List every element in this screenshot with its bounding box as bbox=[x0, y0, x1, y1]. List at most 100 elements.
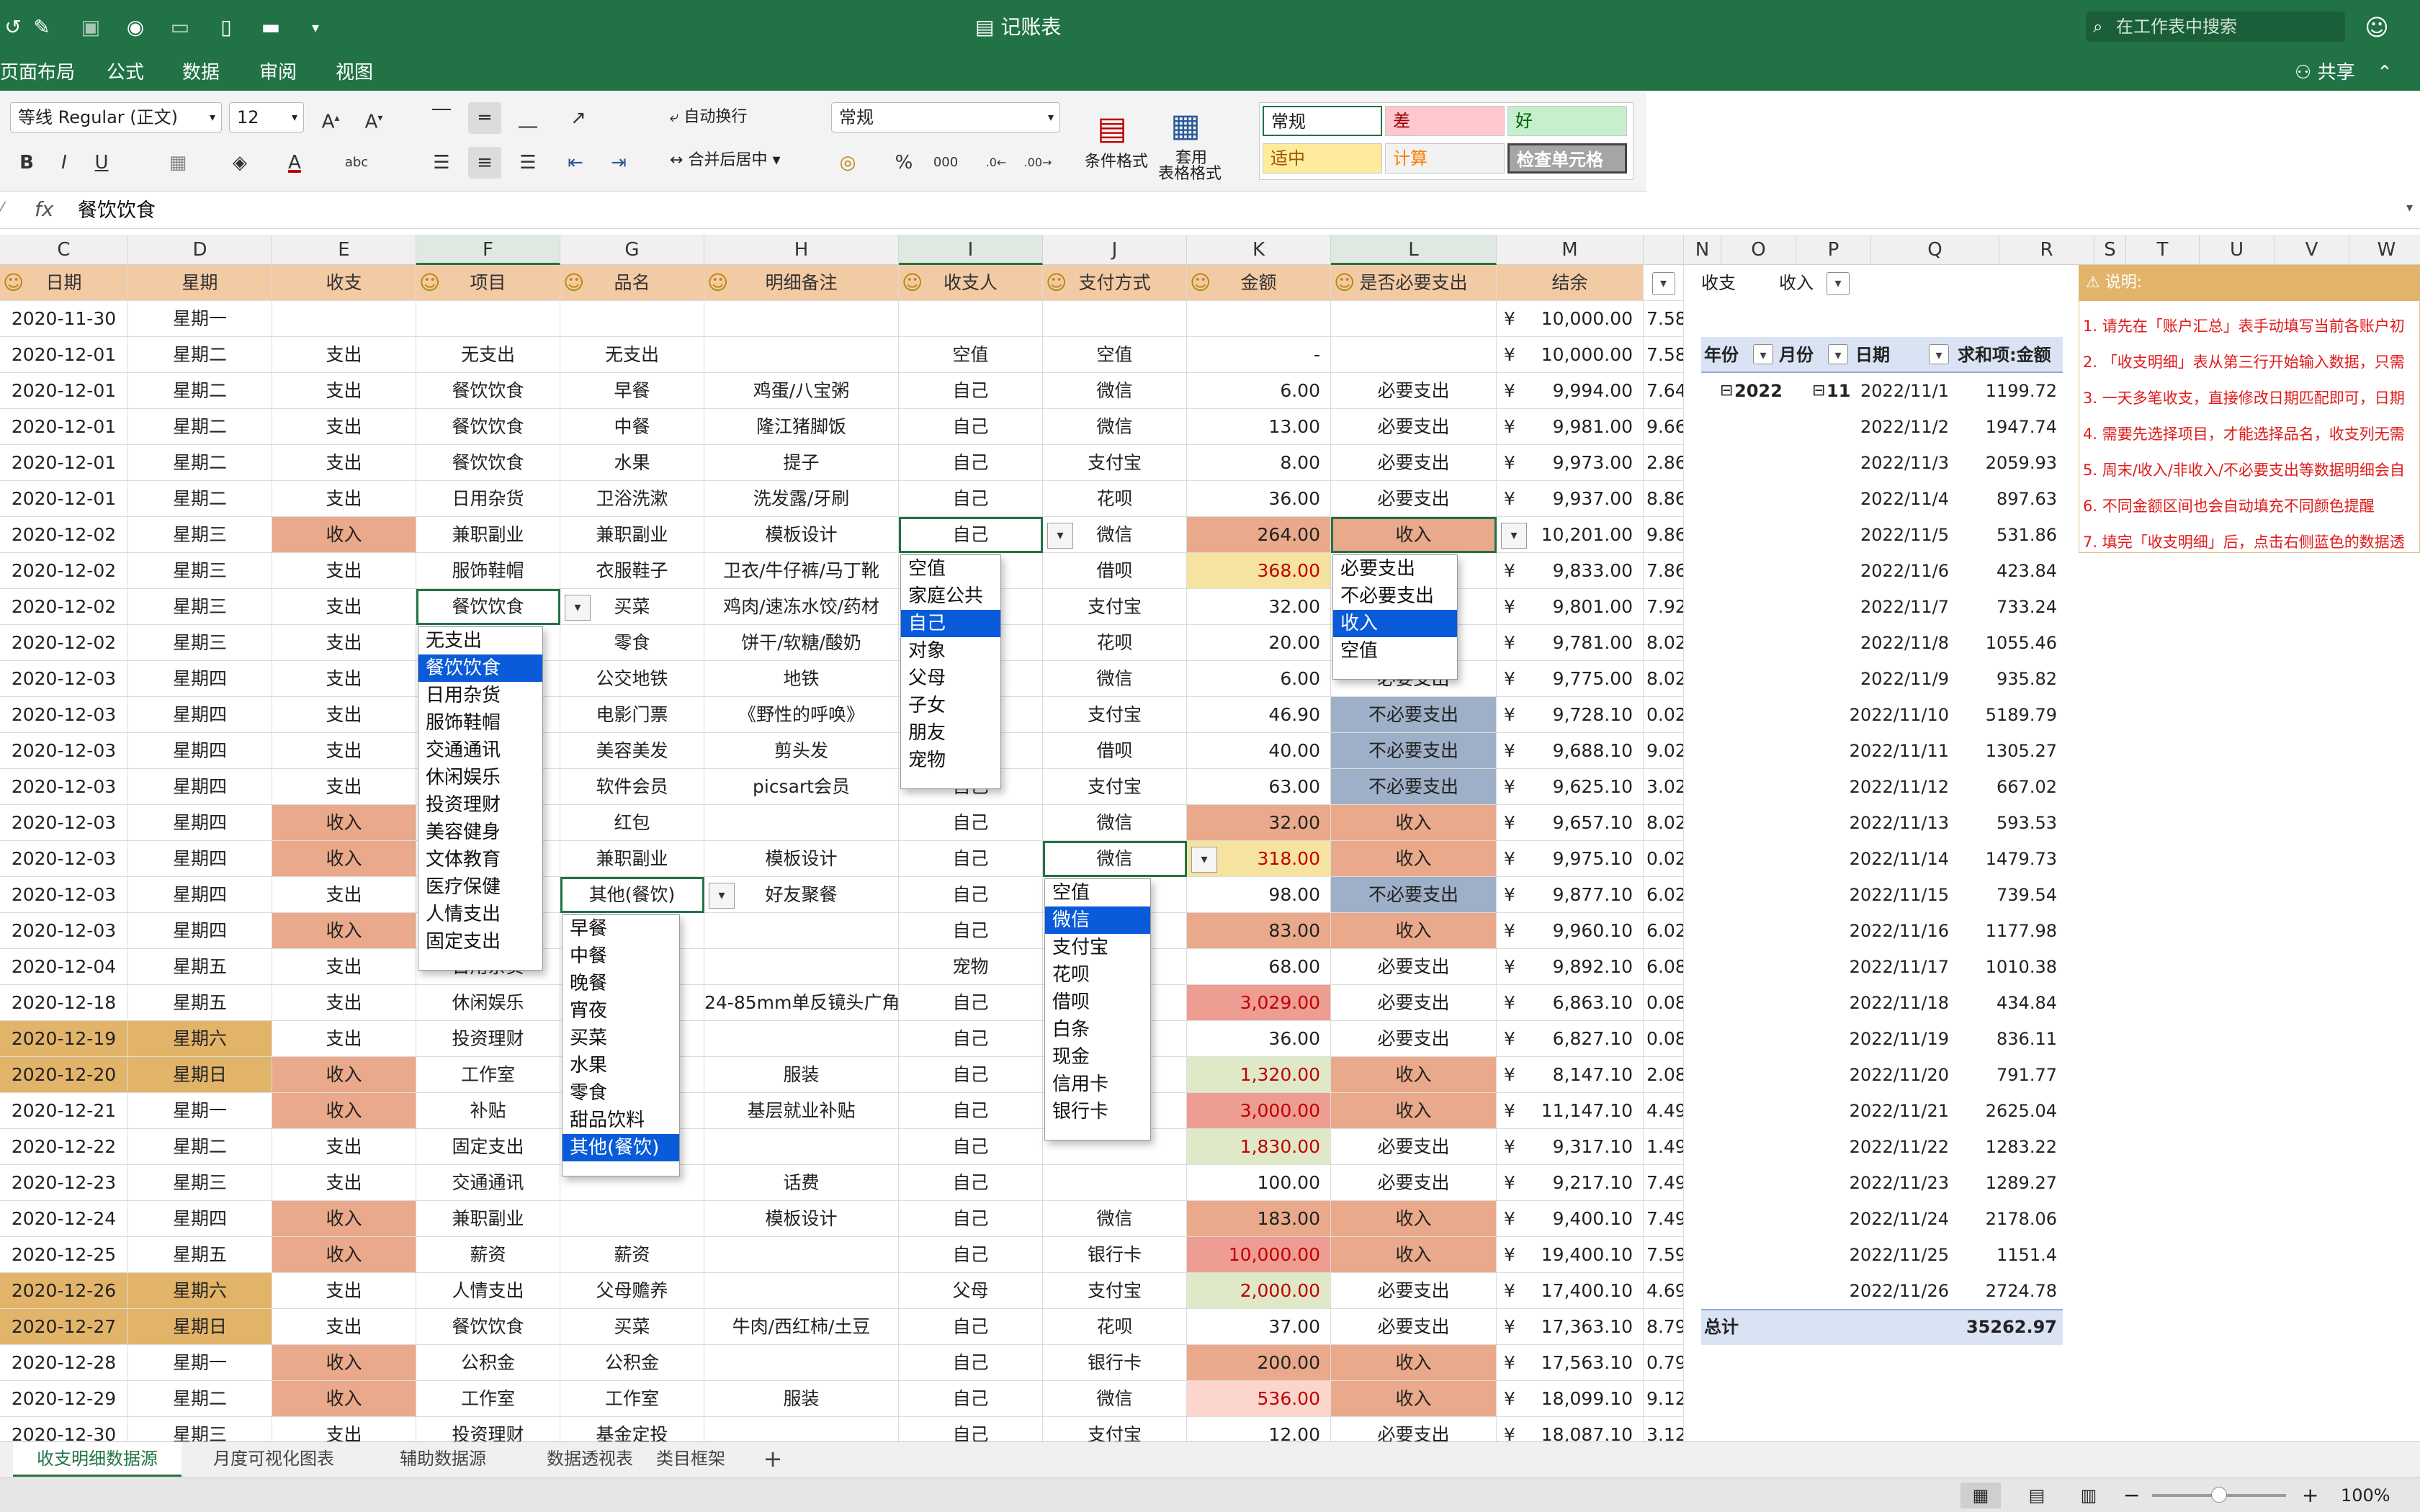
cell[interactable]: ¥18,099.10 bbox=[1497, 1381, 1644, 1417]
cell[interactable]: 星期四 bbox=[128, 913, 272, 949]
cell[interactable]: ¥9,775.00 bbox=[1497, 661, 1644, 697]
cell[interactable]: 100.00 bbox=[1187, 1165, 1331, 1201]
cell[interactable]: 收入 bbox=[272, 805, 416, 841]
cell[interactable]: 人情支出 bbox=[416, 1273, 560, 1309]
menu-view[interactable]: 视图 bbox=[336, 59, 373, 86]
dropdown-option[interactable]: 美容健身 bbox=[418, 819, 542, 846]
column-header[interactable]: T bbox=[2126, 235, 2200, 265]
cell[interactable]: ¥9,892.10 bbox=[1497, 949, 1644, 985]
cell[interactable]: 2020-12-04 bbox=[0, 949, 128, 985]
cancel-icon[interactable]: ⁄ bbox=[0, 199, 3, 219]
column-header[interactable]: C bbox=[0, 235, 128, 265]
cell[interactable]: 微信 bbox=[1043, 1381, 1187, 1417]
cell[interactable]: 3,000.00 bbox=[1187, 1093, 1331, 1129]
dropdown-arrow-necessary[interactable]: ▾ bbox=[1501, 523, 1527, 549]
cell[interactable]: 星期二 bbox=[128, 337, 272, 373]
cell[interactable]: 支出 bbox=[272, 661, 416, 697]
cell[interactable]: - bbox=[1187, 337, 1331, 373]
align-middle-icon[interactable]: ═ bbox=[468, 102, 501, 134]
cell[interactable]: 不必要支出 bbox=[1331, 769, 1497, 805]
cell[interactable]: 微信 bbox=[1043, 1201, 1187, 1237]
cell[interactable]: 餐饮饮食 bbox=[416, 409, 560, 445]
cell[interactable]: 36.00 bbox=[1187, 481, 1331, 517]
cell[interactable]: 模板设计 bbox=[704, 841, 899, 877]
cell[interactable]: 兼职副业 bbox=[416, 1201, 560, 1237]
cell[interactable]: 2020-12-03 bbox=[0, 661, 128, 697]
cell[interactable]: 借呗 bbox=[1043, 553, 1187, 589]
cell[interactable]: 2020-12-02 bbox=[0, 553, 128, 589]
cell[interactable]: 3.12 bbox=[1644, 1417, 1684, 1441]
cell[interactable]: ¥17,563.10 bbox=[1497, 1345, 1644, 1381]
column-header[interactable]: D bbox=[128, 235, 272, 265]
cell[interactable]: 星期二 bbox=[128, 1381, 272, 1417]
column-header[interactable]: E bbox=[272, 235, 416, 265]
cell[interactable]: 必要支出 bbox=[1331, 445, 1497, 481]
dropdown-option[interactable]: 空值 bbox=[1333, 637, 1457, 665]
cell[interactable]: ¥19,400.10 bbox=[1497, 1237, 1644, 1273]
dropdown-option[interactable]: 晚餐 bbox=[563, 970, 679, 997]
cell[interactable] bbox=[704, 301, 899, 337]
cell[interactable]: 自己 bbox=[899, 1309, 1043, 1345]
dropdown-list-person[interactable]: 空值 家庭公共 自己 对象 父母 子女 朋友 宠物 bbox=[900, 554, 1001, 789]
cell[interactable]: 7.58 bbox=[1644, 337, 1684, 373]
comma-style-icon[interactable]: 000 bbox=[929, 147, 962, 179]
cell[interactable]: 饼干/软糖/酸奶 bbox=[704, 625, 899, 661]
cell[interactable]: 星期五 bbox=[128, 949, 272, 985]
cell[interactable]: 自己 bbox=[899, 481, 1043, 517]
cell[interactable]: ¥9,981.00 bbox=[1497, 409, 1644, 445]
cell[interactable]: 工作室 bbox=[560, 1381, 704, 1417]
cell[interactable]: 支付宝 bbox=[1043, 769, 1187, 805]
font-color-icon[interactable]: A bbox=[278, 147, 311, 179]
record-icon[interactable]: ◉ bbox=[122, 14, 148, 40]
cell[interactable]: 收入 bbox=[272, 841, 416, 877]
align-left-icon[interactable]: ☰ bbox=[425, 147, 458, 179]
cell[interactable]: 兼职副业 bbox=[560, 841, 704, 877]
cell-style-item[interactable]: 差 bbox=[1385, 106, 1505, 136]
cell[interactable]: 7.59 bbox=[1644, 1237, 1684, 1273]
currency-icon[interactable]: ◎ bbox=[831, 147, 864, 179]
cell[interactable]: 6.08 bbox=[1644, 949, 1684, 985]
align-center-icon[interactable]: ≡ bbox=[468, 147, 501, 179]
dropdown-list-product[interactable]: 早餐 中餐 晚餐 宵夜 买菜 水果 零食 甜品饮料 其他(餐饮) bbox=[562, 914, 680, 1176]
cell[interactable]: 9.12 bbox=[1644, 1381, 1684, 1417]
decrease-decimal-icon[interactable]: .00→ bbox=[1021, 147, 1054, 179]
cell[interactable]: 鸡肉/速冻水饺/药材 bbox=[704, 589, 899, 625]
cell[interactable]: 星期四 bbox=[128, 877, 272, 913]
cell[interactable]: 星期三 bbox=[128, 589, 272, 625]
dropdown-option[interactable]: 自己 bbox=[901, 610, 1000, 637]
cell[interactable]: 餐饮饮食 bbox=[416, 1309, 560, 1345]
cell[interactable]: 8.00 bbox=[1187, 445, 1331, 481]
wrap-text-button[interactable]: ⤶ 自动换行 bbox=[670, 107, 747, 128]
cell[interactable]: 鸡蛋/八宝粥 bbox=[704, 373, 899, 409]
cell[interactable]: 自己 bbox=[899, 805, 1043, 841]
cell[interactable]: 收入 bbox=[1331, 913, 1497, 949]
cell[interactable]: 0.79 bbox=[1644, 1345, 1684, 1381]
cell[interactable]: 自己 bbox=[899, 445, 1043, 481]
cell[interactable]: 自己 bbox=[899, 913, 1043, 949]
cell[interactable]: 星期三 bbox=[128, 1165, 272, 1201]
zoom-in-icon[interactable]: + bbox=[2302, 1482, 2318, 1508]
cell[interactable]: 支出 bbox=[272, 373, 416, 409]
cell[interactable]: 7.64 bbox=[1644, 373, 1684, 409]
cell[interactable]: ¥9,801.00 bbox=[1497, 589, 1644, 625]
conditional-format-icon[interactable]: ▤ bbox=[1086, 105, 1138, 153]
cell[interactable]: 8.02 bbox=[1644, 625, 1684, 661]
cell[interactable]: 36.00 bbox=[1187, 1021, 1331, 1057]
cell[interactable] bbox=[704, 1417, 899, 1441]
cell[interactable]: 支付宝 bbox=[1043, 589, 1187, 625]
dropdown-option[interactable]: 人情支出 bbox=[418, 901, 542, 928]
cell[interactable]: ¥18,087.10 bbox=[1497, 1417, 1644, 1441]
cell[interactable]: 星期二 bbox=[128, 481, 272, 517]
cell[interactable]: 支出 bbox=[272, 481, 416, 517]
collapse-ribbon-icon[interactable]: ⌃ bbox=[2377, 59, 2393, 86]
cell[interactable]: 2020-12-24 bbox=[0, 1201, 128, 1237]
cell[interactable]: 投资理财 bbox=[416, 1417, 560, 1441]
cell[interactable]: 2020-12-28 bbox=[0, 1345, 128, 1381]
cell[interactable]: 早餐 bbox=[560, 373, 704, 409]
cell[interactable]: 休闲娱乐 bbox=[416, 985, 560, 1021]
cell[interactable]: 必要支出 bbox=[1331, 985, 1497, 1021]
cell[interactable]: 父母 bbox=[899, 1273, 1043, 1309]
cell[interactable]: 自己 bbox=[899, 409, 1043, 445]
save-icon[interactable]: ▣ bbox=[78, 14, 104, 40]
cell[interactable]: 2020-12-01 bbox=[0, 409, 128, 445]
